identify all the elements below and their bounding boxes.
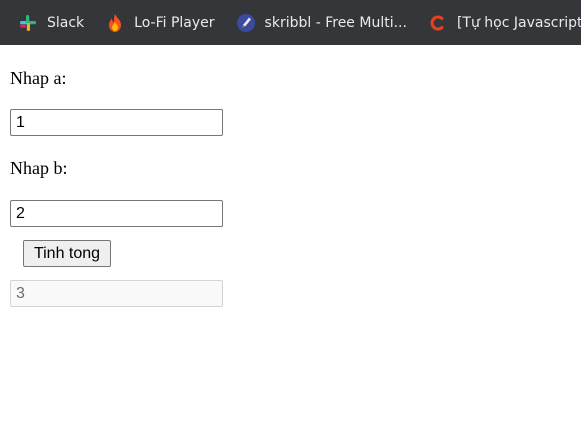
flame-icon xyxy=(105,13,125,33)
result-field xyxy=(10,280,223,307)
input-b[interactable] xyxy=(10,200,223,227)
input-a[interactable] xyxy=(10,109,223,136)
bookmarks-bar: Slack Lo-Fi Player skribbl - Free Multi.… xyxy=(0,0,581,45)
sum-button[interactable]: Tinh tong xyxy=(23,240,111,267)
bookmark-slack[interactable]: Slack xyxy=(16,9,90,37)
label-nhap-b: Nhap b: xyxy=(10,158,68,178)
label-nhap-a: Nhap a: xyxy=(10,68,67,88)
bookmark-tu-hoc-javascript[interactable]: [Tự học Javascript]... xyxy=(426,9,581,37)
bookmark-label: [Tự học Javascript]... xyxy=(456,14,581,31)
skribbl-pencil-icon xyxy=(236,13,256,33)
bookmark-label: skribbl - Free Multi... xyxy=(264,14,407,31)
slack-icon xyxy=(18,13,38,33)
bookmark-skribbl[interactable]: skribbl - Free Multi... xyxy=(234,9,413,37)
bookmark-label: Slack xyxy=(47,14,85,31)
bookmark-label: Lo-Fi Player xyxy=(134,14,215,31)
bookmark-lofi-player[interactable]: Lo-Fi Player xyxy=(103,9,220,37)
c-logo-icon xyxy=(428,13,448,33)
